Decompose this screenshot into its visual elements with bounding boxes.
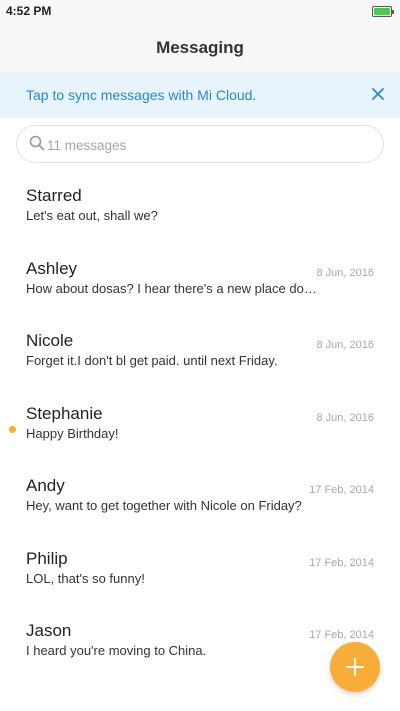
contact-name: Andy [26, 476, 65, 495]
page-title: Messaging [156, 38, 244, 57]
conversation-item-andy[interactable]: Andy 17 Feb, 2014 Hey, want to get toget… [0, 458, 400, 531]
message-preview: Forget it.I don't bl get paid. until nex… [26, 353, 278, 368]
contact-name: Stephanie [26, 403, 103, 423]
conversation-item-starred[interactable]: Starred Let's eat out, shall we? [0, 168, 400, 241]
sync-banner-text[interactable]: Tap to sync messages with Mi Cloud. [26, 87, 256, 103]
message-date: 17 Feb, 2014 [309, 484, 374, 496]
search-icon [29, 135, 45, 151]
conversation-item-philip[interactable]: Philip 17 Feb, 2014 LOL, that's so funny… [0, 531, 400, 604]
message-date: 17 Feb, 2014 [309, 629, 374, 641]
conversation-item-stephanie[interactable]: Stephanie 8 Jun, 2016 Happy Birthday! [0, 386, 400, 459]
title-bar: Messaging [0, 24, 400, 72]
close-icon[interactable] [366, 82, 390, 106]
message-date: 8 Jun, 2016 [316, 411, 375, 424]
status-bar: 4:52 PM [0, 0, 400, 24]
search-input[interactable] [47, 135, 367, 155]
message-preview: Let's eat out, shall we? [26, 208, 158, 223]
message-preview: How about dosas? I hear there's a new pl… [26, 280, 317, 296]
message-preview: I heard you're moving to China. [26, 643, 207, 658]
message-preview: Hey, want to get together with Nicole on… [26, 498, 302, 513]
battery-icon [372, 6, 394, 17]
contact-name: Philip [26, 548, 68, 568]
status-time: 4:52 PM [6, 4, 52, 18]
plus-icon [346, 658, 364, 676]
new-message-button[interactable] [330, 642, 380, 692]
message-date: 8 Jun, 2016 [316, 339, 375, 351]
message-date: 17 Feb, 2014 [309, 556, 374, 569]
unread-indicator [9, 425, 16, 433]
conversation-item-nicole[interactable]: Nicole 8 Jun, 2016 Forget it.I don't bl … [0, 313, 400, 386]
conversation-list: Starred Let's eat out, shall we? Ashley … [0, 168, 400, 676]
contact-name: Starred [26, 186, 82, 205]
contact-name: Jason [26, 621, 72, 640]
message-preview: Happy Birthday! [26, 425, 119, 441]
contact-name: Nicole [26, 331, 74, 350]
conversation-item-ashley[interactable]: Ashley 8 Jun, 2016 How about dosas? I he… [0, 241, 400, 314]
sync-banner[interactable]: Tap to sync messages with Mi Cloud. [0, 72, 400, 118]
search-bar[interactable] [16, 125, 384, 163]
message-date: 8 Jun, 2016 [316, 266, 375, 279]
message-preview: LOL, that's so funny! [26, 570, 145, 586]
contact-name: Ashley [26, 258, 78, 278]
